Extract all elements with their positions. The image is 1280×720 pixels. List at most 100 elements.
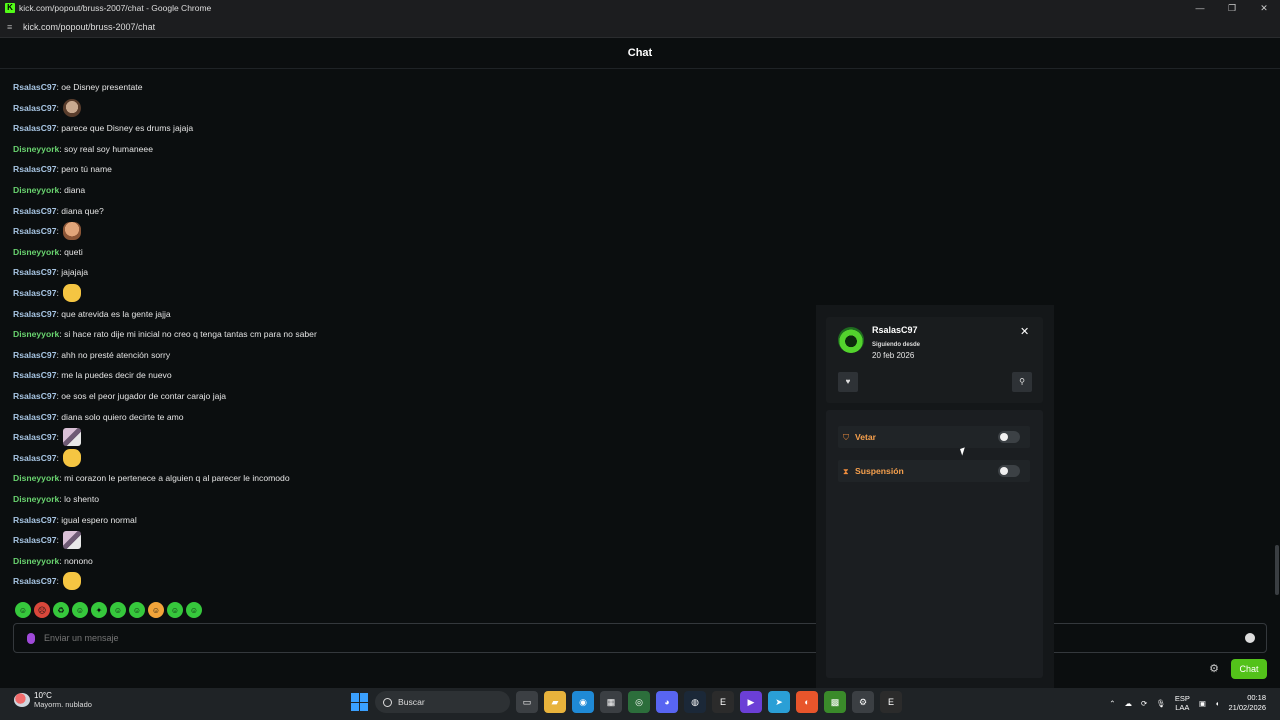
chevron-up-icon[interactable]: ⌃: [1109, 699, 1115, 708]
chat-username[interactable]: RsalasC97: [13, 226, 56, 236]
cloud-icon: [14, 693, 30, 707]
chat-settings-gear-icon[interactable]: ⚙: [1207, 662, 1221, 676]
chat-message: RsalasC97: ahh no presté atención sorry: [13, 345, 170, 365]
lang-code: ESP: [1174, 694, 1190, 703]
chat-username[interactable]: RsalasC97: [13, 206, 56, 216]
sync-icon[interactable]: ⟳: [1141, 699, 1147, 708]
message-input[interactable]: [44, 633, 1245, 643]
chat-message: RsalasC97: parece que Disney es drums ja…: [13, 118, 193, 138]
chat-username[interactable]: Disneyyork: [13, 329, 59, 339]
emote-button[interactable]: ☹: [34, 602, 50, 618]
file-explorer-icon[interactable]: ▰: [544, 691, 566, 713]
taskbar-clock[interactable]: 00:18 21/02/2026: [1228, 693, 1266, 713]
microphone-icon[interactable]: 🎙: [1156, 699, 1166, 708]
app-icon[interactable]: ◐: [796, 691, 818, 713]
emote-icon[interactable]: [63, 531, 82, 550]
chat-message: RsalasC97: diana solo quiero decirte te …: [13, 407, 184, 427]
store-icon[interactable]: ▦: [600, 691, 622, 713]
minecraft-icon[interactable]: ▩: [824, 691, 846, 713]
steam-icon[interactable]: ◍: [684, 691, 706, 713]
chrome-icon[interactable]: ◎: [628, 691, 650, 713]
emote-button[interactable]: ☺: [15, 602, 31, 618]
emote-button[interactable]: ♻: [53, 602, 69, 618]
edge-icon[interactable]: ◉: [572, 691, 594, 713]
message-input-box[interactable]: [13, 623, 1267, 653]
language-indicator[interactable]: ESP LAA: [1175, 694, 1190, 712]
minimize-button[interactable]: —: [1184, 0, 1216, 16]
emoji-picker-icon[interactable]: [1245, 633, 1255, 643]
chat-username[interactable]: RsalasC97: [13, 82, 56, 92]
chat-text: : soy real soy humaneee: [59, 143, 153, 154]
mic-icon[interactable]: [27, 632, 35, 644]
emote-button[interactable]: ☺: [110, 602, 126, 618]
emote-icon[interactable]: [63, 98, 82, 117]
chat-text: : diana solo quiero decirte te amo: [56, 411, 184, 422]
ban-toggle[interactable]: [998, 431, 1020, 443]
chat-username[interactable]: RsalasC97: [13, 576, 56, 586]
chat-username[interactable]: RsalasC97: [13, 391, 56, 401]
task-view-icon[interactable]: ▭: [516, 691, 538, 713]
emote-button[interactable]: ✦: [91, 602, 107, 618]
app-icon[interactable]: ⚙: [852, 691, 874, 713]
chat-username[interactable]: Disneyyork: [13, 144, 59, 154]
chat-title: Chat: [627, 47, 653, 59]
emote-button[interactable]: ☺: [167, 602, 183, 618]
taskbar-search[interactable]: Buscar: [375, 691, 510, 713]
pin-icon[interactable]: ⚲: [1012, 372, 1032, 392]
chat-username[interactable]: RsalasC97: [13, 515, 56, 525]
windows-start-icon[interactable]: [351, 693, 369, 711]
chat-text: : pero tú name: [56, 164, 112, 175]
emote-button[interactable]: ☺: [186, 602, 202, 618]
ban-row: ⛉ Vetar: [838, 426, 1030, 448]
send-chat-button[interactable]: Chat: [1231, 659, 1267, 679]
emote-icon[interactable]: [63, 284, 82, 302]
emote-icon[interactable]: [63, 448, 82, 467]
chat-username[interactable]: RsalasC97: [13, 453, 56, 463]
timeout-toggle[interactable]: [998, 465, 1020, 477]
chat-username[interactable]: RsalasC97: [13, 309, 56, 319]
close-window-button[interactable]: ✕: [1248, 0, 1280, 16]
chat-username[interactable]: RsalasC97: [13, 535, 56, 545]
emote-button[interactable]: ☺: [129, 602, 145, 618]
url-text[interactable]: kick.com/popout/bruss-2007/chat: [23, 22, 155, 32]
onedrive-icon[interactable]: ☁: [1124, 699, 1132, 708]
discord-icon[interactable]: ◕: [656, 691, 678, 713]
chat-username[interactable]: RsalasC97: [13, 350, 56, 360]
address-bar[interactable]: ≡ kick.com/popout/bruss-2007/chat: [0, 16, 1280, 38]
network-icon[interactable]: ▣: [1199, 699, 1206, 708]
chat-message: RsalasC97: igual espero normal: [13, 510, 137, 530]
chat-username[interactable]: RsalasC97: [13, 103, 56, 113]
emote-button[interactable]: ☺: [72, 602, 88, 618]
chat-username[interactable]: RsalasC97: [13, 412, 56, 422]
chat-username[interactable]: Disneyyork: [13, 247, 59, 257]
chat-username[interactable]: Disneyyork: [13, 494, 59, 504]
media-player-icon[interactable]: ▶: [740, 691, 762, 713]
restore-button[interactable]: ❐: [1216, 0, 1248, 16]
emote-icon[interactable]: [63, 222, 82, 241]
chat-username[interactable]: RsalasC97: [13, 432, 56, 442]
chat-username[interactable]: Disneyyork: [13, 473, 59, 483]
chat-username[interactable]: Disneyyork: [13, 185, 59, 195]
close-user-card-icon[interactable]: ✕: [1020, 325, 1029, 338]
volume-icon[interactable]: ◖: [1215, 699, 1220, 708]
chat-username[interactable]: Disneyyork: [13, 556, 59, 566]
chat-username[interactable]: RsalasC97: [13, 123, 56, 133]
chat-message: Disneyyork: queti: [13, 242, 83, 262]
chat-scrollbar[interactable]: [1275, 545, 1279, 595]
chat-username[interactable]: RsalasC97: [13, 370, 56, 380]
telegram-icon[interactable]: ➤: [768, 691, 790, 713]
chat-text: : jajajaja: [56, 267, 89, 278]
epic-games-icon[interactable]: E: [712, 691, 734, 713]
weather-widget[interactable]: 10°C Mayorm. nublado: [14, 691, 92, 709]
chat-username[interactable]: RsalasC97: [13, 288, 56, 298]
emote-icon[interactable]: [63, 572, 82, 591]
emote-icon[interactable]: [63, 428, 82, 447]
shield-ban-icon: ⛉: [843, 432, 849, 442]
emote-button[interactable]: ☺: [148, 602, 164, 618]
app-icon[interactable]: E: [880, 691, 902, 713]
chat-username[interactable]: RsalasC97: [13, 164, 56, 174]
heart-icon[interactable]: ♥: [838, 372, 858, 392]
site-settings-icon[interactable]: ≡: [7, 22, 17, 32]
chat-username[interactable]: RsalasC97: [13, 267, 56, 277]
timeout-label: Suspensión: [855, 466, 904, 476]
